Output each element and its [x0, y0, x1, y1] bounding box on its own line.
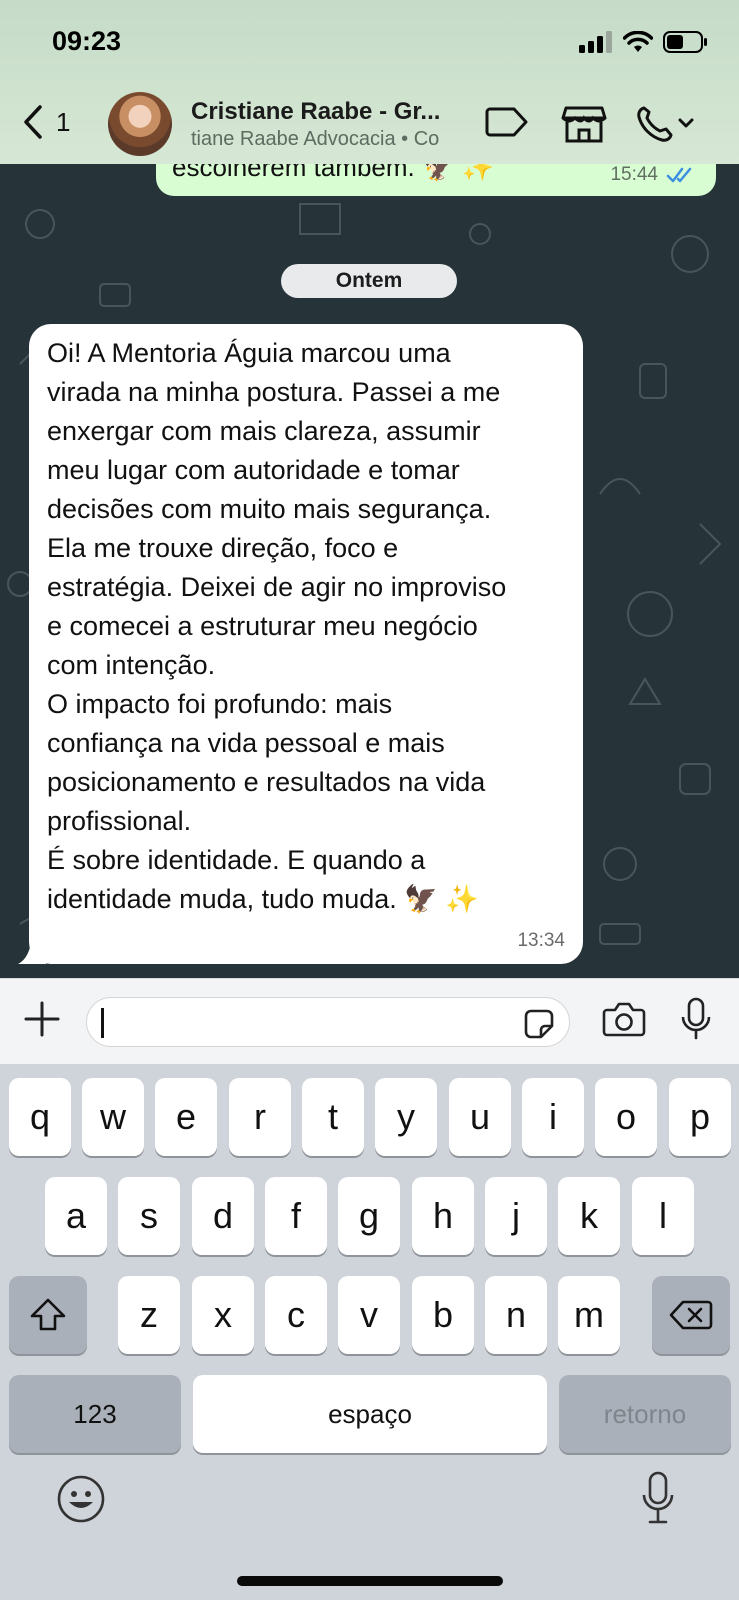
key-j[interactable]: j — [485, 1177, 547, 1255]
home-indicator[interactable] — [237, 1576, 503, 1586]
backspace-key[interactable] — [652, 1276, 730, 1354]
message-line: posicionamento e resultados na vida — [47, 767, 486, 797]
message-line: O impacto foi profundo: mais — [47, 689, 393, 719]
message-line: É sobre identidade. E quando a — [47, 845, 426, 875]
key-e[interactable]: e — [155, 1078, 217, 1156]
backspace-icon — [669, 1300, 713, 1330]
message-line: Ela me trouxe direção, foco e — [47, 533, 399, 563]
message-line: enxergar com mais clareza, assumir — [47, 416, 481, 446]
status-time: 09:23 — [52, 26, 122, 56]
message-line: profissional. — [47, 806, 192, 836]
key-n[interactable]: n — [485, 1276, 547, 1354]
camera-icon[interactable] — [602, 1001, 646, 1037]
microphone-icon[interactable] — [680, 997, 712, 1041]
key-u[interactable]: u — [449, 1078, 511, 1156]
catalog-store-icon[interactable] — [561, 104, 607, 144]
key-r[interactable]: r — [229, 1078, 291, 1156]
dictation-microphone-icon[interactable] — [640, 1470, 676, 1526]
key-y[interactable]: y — [375, 1078, 437, 1156]
message-line: meu lugar com autoridade e tomar — [47, 455, 460, 485]
key-d[interactable]: d — [192, 1177, 254, 1255]
key-z[interactable]: z — [118, 1276, 180, 1354]
return-key[interactable]: retorno — [559, 1375, 731, 1453]
numbers-key[interactable]: 123 — [9, 1375, 181, 1453]
call-icon[interactable] — [636, 104, 698, 144]
unread-count: 1 — [56, 106, 71, 137]
key-p[interactable]: p — [669, 1078, 731, 1156]
key-v[interactable]: v — [338, 1276, 400, 1354]
key-k[interactable]: k — [558, 1177, 620, 1255]
key-i[interactable]: i — [522, 1078, 584, 1156]
message-line: e comecei a estruturar meu negócio — [47, 611, 478, 641]
status-icons — [579, 30, 709, 54]
message-composer — [0, 978, 739, 1065]
key-s[interactable]: s — [118, 1177, 180, 1255]
message-time: 15:44 — [610, 164, 658, 185]
key-c[interactable]: c — [265, 1276, 327, 1354]
message-text: escolherem também. 🦅 ✨ — [172, 164, 494, 182]
key-l[interactable]: l — [632, 1177, 694, 1255]
message-input[interactable] — [86, 997, 570, 1047]
key-q[interactable]: q — [9, 1078, 71, 1156]
key-w[interactable]: w — [82, 1078, 144, 1156]
key-f[interactable]: f — [265, 1177, 327, 1255]
emoji-icon[interactable] — [56, 1474, 106, 1524]
shift-key[interactable] — [9, 1276, 87, 1354]
label-icon[interactable] — [484, 104, 530, 140]
message-line: Oi! A Mentoria Águia marcou uma — [47, 338, 451, 368]
message-line: virada na minha postura. Passei a me — [47, 377, 501, 407]
battery-icon — [663, 31, 707, 53]
key-g[interactable]: g — [338, 1177, 400, 1255]
key-t[interactable]: t — [302, 1078, 364, 1156]
space-key[interactable]: espaço — [193, 1375, 547, 1453]
contact-name[interactable]: Cristiane Raabe - Gr... — [191, 98, 440, 126]
incoming-message[interactable]: Oi! A Mentoria Águia marcou uma virada n… — [29, 324, 583, 964]
key-h[interactable]: h — [412, 1177, 474, 1255]
key-m[interactable]: m — [558, 1276, 620, 1354]
plus-icon[interactable] — [22, 999, 62, 1039]
avatar[interactable] — [108, 92, 172, 156]
key-x[interactable]: x — [192, 1276, 254, 1354]
message-line: decisões com muito mais segurança. — [47, 494, 492, 524]
message-line: com intenção. — [47, 650, 216, 680]
chat-area[interactable]: escolherem também. 🦅 ✨ 15:44 Ontem Oi! A… — [0, 164, 739, 978]
message-line: estratégia. Deixei de agir no improviso — [47, 572, 507, 602]
back-button[interactable]: 1 — [22, 104, 70, 140]
message-line: identidade muda, tudo muda. 🦅 ✨ — [47, 884, 479, 914]
wifi-icon — [623, 31, 653, 52]
key-o[interactable]: o — [595, 1078, 657, 1156]
signal-icon — [579, 31, 612, 53]
chevron-left-icon — [24, 105, 42, 139]
text-caret — [101, 1008, 104, 1038]
message-line: confiança na vida pessoal e mais — [47, 728, 445, 758]
message-time: 13:34 — [517, 930, 565, 951]
key-b[interactable]: b — [412, 1276, 474, 1354]
key-a[interactable]: a — [45, 1177, 107, 1255]
chat-header: 09:23 1 Cristiane Raabe - Gr... tiane Ra… — [0, 0, 739, 164]
keyboard: q w e r t y u i o p a s d f g h j k l z … — [0, 1064, 739, 1600]
outgoing-message[interactable]: escolherem também. 🦅 ✨ 15:44 — [156, 164, 716, 196]
sticker-icon[interactable] — [523, 1008, 555, 1040]
read-ticks-icon — [666, 167, 692, 183]
date-separator: Ontem — [281, 264, 457, 298]
shift-icon — [30, 1298, 66, 1331]
contact-subtitle[interactable]: tiane Raabe Advocacia • Co — [191, 128, 467, 151]
